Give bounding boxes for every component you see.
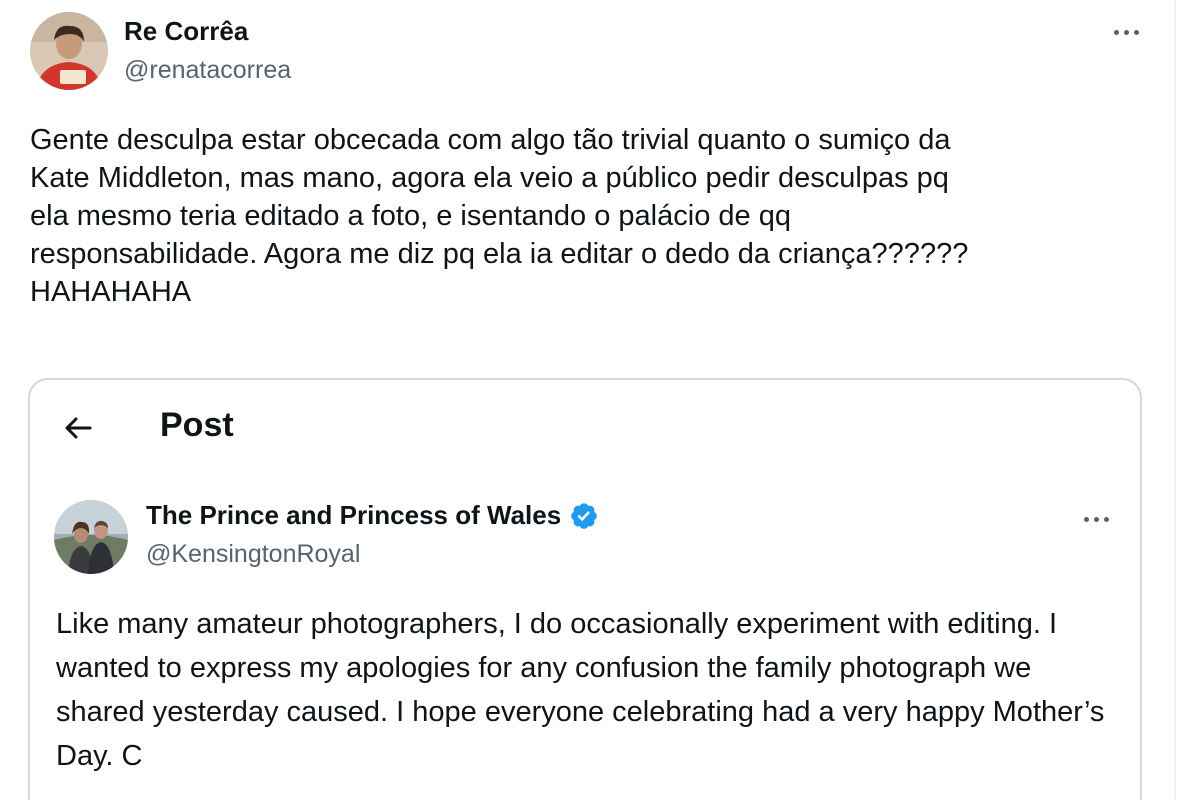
author-display-name[interactable]: Re Corrêa bbox=[124, 16, 248, 47]
author-avatar[interactable] bbox=[30, 12, 108, 90]
quoted-author-handle[interactable]: @KensingtonRoyal bbox=[146, 540, 360, 569]
quoted-post-card[interactable]: Post The Prince and Princess of Wales @K… bbox=[28, 378, 1142, 800]
arrow-left-icon[interactable] bbox=[60, 410, 96, 446]
quoted-header-title: Post bbox=[160, 406, 234, 444]
author-handle[interactable]: @renatacorrea bbox=[124, 56, 291, 85]
quoted-more-options-icon[interactable] bbox=[1076, 505, 1116, 533]
quoted-author-avatar[interactable] bbox=[54, 500, 128, 574]
quoted-post-text: Like many amateur photographers, I do oc… bbox=[56, 608, 1105, 772]
verified-badge-icon bbox=[571, 502, 597, 529]
quoted-author-display-name[interactable]: The Prince and Princess of Wales bbox=[146, 500, 561, 531]
column-divider bbox=[1174, 0, 1176, 800]
post-text: Gente desculpa estar obcecada com algo t… bbox=[30, 124, 969, 308]
more-options-icon[interactable] bbox=[1106, 18, 1146, 46]
